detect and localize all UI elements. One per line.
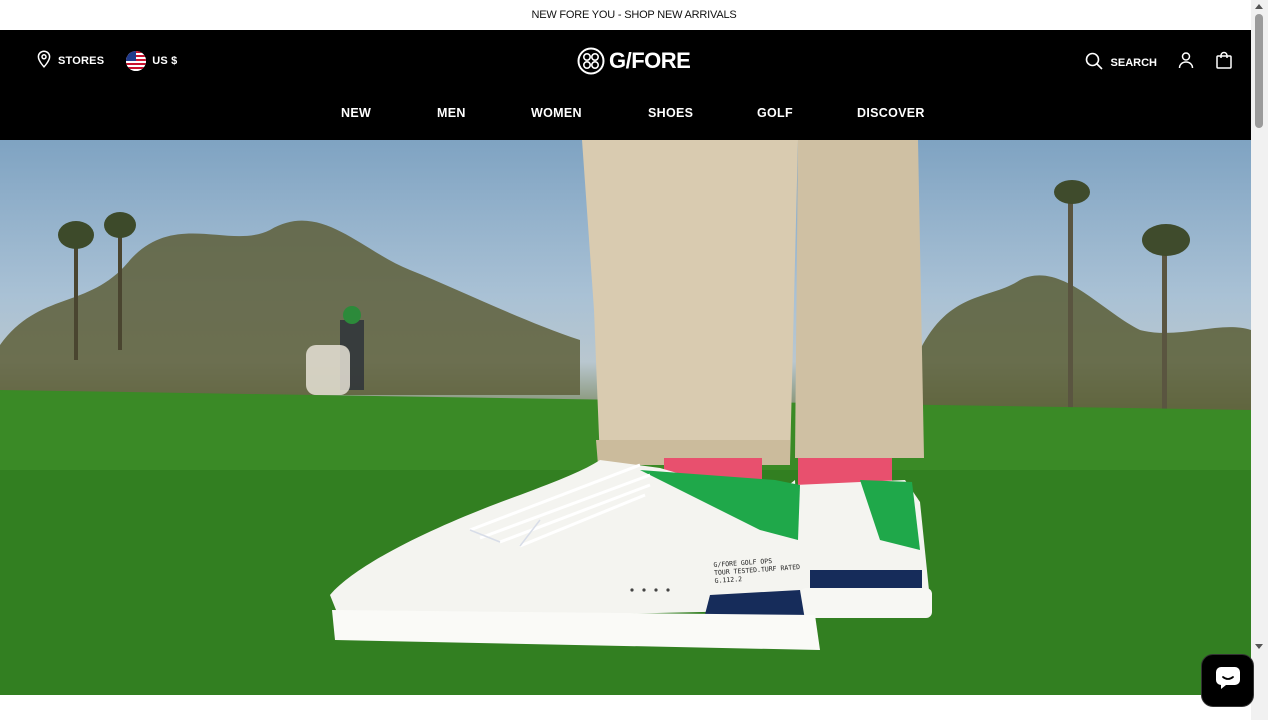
hero-image (0, 140, 1251, 695)
hero-banner[interactable]: G/FORE GOLF OPS TOUR TESTED.TURF RATED G… (0, 140, 1251, 695)
nav-item-men[interactable]: MEN (437, 106, 466, 120)
nav-item-shoes[interactable]: SHOES (648, 106, 693, 120)
map-pin-icon (36, 50, 52, 71)
search-icon (1085, 52, 1103, 73)
site-header: STORES US $ G/FORE SEARCH NEW MEN WOMEN … (0, 30, 1251, 140)
site-logo[interactable]: G/FORE (577, 47, 691, 75)
announcement-text[interactable]: NEW FORE YOU - SHOP NEW ARRIVALS (531, 9, 736, 21)
vertical-scrollbar[interactable] (1251, 0, 1268, 720)
main-navigation: NEW MEN WOMEN SHOES GOLF DISCOVER (0, 106, 1251, 126)
search-button[interactable]: SEARCH (1085, 52, 1157, 73)
chat-button[interactable] (1201, 654, 1254, 707)
stores-link[interactable]: STORES (36, 50, 104, 71)
logo-mark-icon (577, 47, 605, 75)
below-hero-area (0, 695, 1251, 720)
search-label: SEARCH (1110, 56, 1157, 69)
announcement-bar[interactable]: NEW FORE YOU - SHOP NEW ARRIVALS (0, 0, 1268, 30)
header-utilities-right: SEARCH (1085, 51, 1233, 74)
chat-icon (1215, 666, 1241, 695)
us-flag-icon (126, 50, 147, 71)
logo-text: G/FORE (609, 48, 691, 73)
nav-item-golf[interactable]: GOLF (757, 106, 793, 120)
header-utilities-left: STORES US $ (36, 50, 178, 71)
scrollbar-thumb[interactable] (1255, 14, 1263, 128)
user-icon[interactable] (1177, 51, 1195, 74)
stores-label: STORES (58, 54, 105, 67)
scroll-down-arrow-icon[interactable] (1255, 644, 1263, 649)
nav-item-new[interactable]: NEW (341, 106, 371, 120)
scroll-up-arrow-icon[interactable] (1255, 4, 1263, 9)
nav-item-women[interactable]: WOMEN (531, 106, 582, 120)
currency-label: US $ (152, 54, 178, 67)
currency-selector[interactable]: US $ (126, 50, 178, 71)
nav-item-discover[interactable]: DISCOVER (857, 106, 925, 120)
shopping-bag-icon[interactable] (1215, 51, 1233, 74)
